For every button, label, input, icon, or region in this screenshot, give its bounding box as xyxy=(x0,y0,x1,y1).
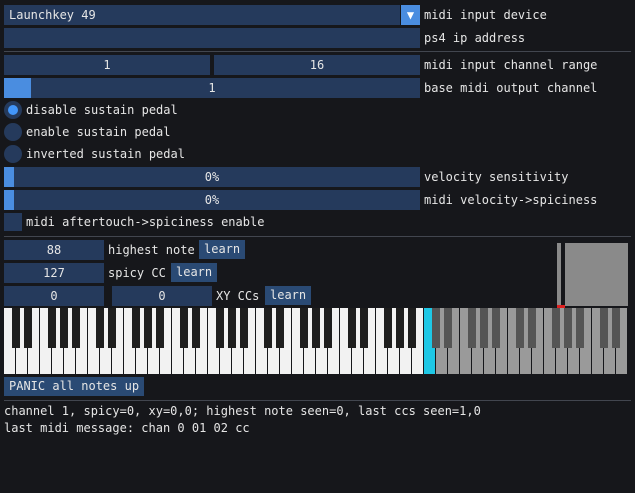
ps4-ip-label: ps4 ip address xyxy=(424,31,526,45)
radio-selected-dot xyxy=(8,105,18,115)
radio-button[interactable] xyxy=(4,101,22,119)
highest-note-label: highest note xyxy=(108,243,195,257)
highest-note-input[interactable]: 88 xyxy=(4,240,104,260)
black-key[interactable] xyxy=(516,308,524,348)
aftertouch-checkbox[interactable] xyxy=(4,213,22,231)
xy-cc-learn-button[interactable]: learn xyxy=(265,286,312,305)
black-key[interactable] xyxy=(312,308,320,348)
highest-note-learn-button[interactable]: learn xyxy=(199,240,246,259)
ps4-ip-input[interactable] xyxy=(4,28,420,48)
black-key[interactable] xyxy=(228,308,236,348)
sustain-option-label: disable sustain pedal xyxy=(26,103,178,117)
spicy-cc-label: spicy CC xyxy=(108,266,166,280)
velocity-spiciness-label: midi velocity->spiciness xyxy=(424,193,598,207)
xy-cc-y-input[interactable]: 0 xyxy=(112,286,212,306)
black-key[interactable] xyxy=(240,308,248,348)
black-key[interactable] xyxy=(324,308,332,348)
black-key[interactable] xyxy=(96,308,104,348)
midi-device-select[interactable]: Launchkey 49 xyxy=(4,5,400,25)
black-key[interactable] xyxy=(132,308,140,348)
slider-fill xyxy=(4,78,31,98)
channel-range-low-input[interactable]: 1 xyxy=(4,55,210,75)
black-key[interactable] xyxy=(180,308,188,348)
chevron-down-icon[interactable]: ▼ xyxy=(401,5,420,25)
channel-range-label: midi input channel range xyxy=(424,58,598,72)
black-key[interactable] xyxy=(144,308,152,348)
black-key[interactable] xyxy=(276,308,284,348)
slider-fill xyxy=(4,190,14,210)
black-key[interactable] xyxy=(60,308,68,348)
black-key[interactable] xyxy=(216,308,224,348)
panic-button[interactable]: PANIC all notes up xyxy=(4,377,145,396)
radio-button[interactable] xyxy=(4,123,22,141)
midi-device-label: midi input device xyxy=(424,8,547,22)
velocity-sensitivity-label: velocity sensitivity xyxy=(424,170,569,184)
black-key[interactable] xyxy=(600,308,608,348)
xy-cc-label: XY CCs xyxy=(216,289,260,303)
black-key[interactable] xyxy=(612,308,620,348)
black-key[interactable] xyxy=(156,308,164,348)
black-key[interactable] xyxy=(300,308,308,348)
black-key[interactable] xyxy=(72,308,80,348)
separator xyxy=(4,236,631,237)
slider-fill xyxy=(4,167,14,187)
midi-device-value: Launchkey 49 xyxy=(9,8,96,22)
black-key[interactable] xyxy=(384,308,392,348)
black-key[interactable] xyxy=(492,308,500,348)
black-key[interactable] xyxy=(24,308,32,348)
base-output-channel-label: base midi output channel xyxy=(424,81,598,95)
black-key[interactable] xyxy=(348,308,356,348)
velocity-sensitivity-slider[interactable]: 0% xyxy=(4,167,420,187)
black-key[interactable] xyxy=(192,308,200,348)
xy-cc-x-input[interactable]: 0 xyxy=(4,286,104,306)
aftertouch-label: midi aftertouch->spiciness enable xyxy=(26,215,265,229)
black-key[interactable] xyxy=(576,308,584,348)
y-axis-track[interactable] xyxy=(557,243,561,306)
black-key[interactable] xyxy=(528,308,536,348)
black-key[interactable] xyxy=(12,308,20,348)
last-midi-message: last midi message: chan 0 01 02 cc xyxy=(4,421,250,435)
black-key[interactable] xyxy=(468,308,476,348)
black-key[interactable] xyxy=(408,308,416,348)
base-output-channel-value: 1 xyxy=(208,81,216,95)
black-key[interactable] xyxy=(432,308,440,348)
velocity-spiciness-value: 0% xyxy=(204,193,220,207)
channel-range-high-input[interactable]: 16 xyxy=(214,55,420,75)
radio-button[interactable] xyxy=(4,145,22,163)
black-key[interactable] xyxy=(108,308,116,348)
black-key[interactable] xyxy=(48,308,56,348)
base-output-channel-slider[interactable]: 1 xyxy=(4,78,420,98)
spicy-cc-learn-button[interactable]: learn xyxy=(171,263,218,282)
separator xyxy=(4,51,631,52)
sustain-option-label: enable sustain pedal xyxy=(26,125,171,139)
sustain-option-label: inverted sustain pedal xyxy=(26,147,185,161)
piano-keyboard[interactable] xyxy=(4,308,628,374)
velocity-spiciness-slider[interactable]: 0% xyxy=(4,190,420,210)
black-key[interactable] xyxy=(444,308,452,348)
black-key[interactable] xyxy=(264,308,272,348)
black-key[interactable] xyxy=(564,308,572,348)
black-key[interactable] xyxy=(396,308,404,348)
spicy-cc-input[interactable]: 127 xyxy=(4,263,104,283)
black-key[interactable] xyxy=(360,308,368,348)
velocity-sensitivity-value: 0% xyxy=(204,170,220,184)
black-key[interactable] xyxy=(480,308,488,348)
black-key[interactable] xyxy=(552,308,560,348)
xy-pad[interactable] xyxy=(565,243,628,306)
